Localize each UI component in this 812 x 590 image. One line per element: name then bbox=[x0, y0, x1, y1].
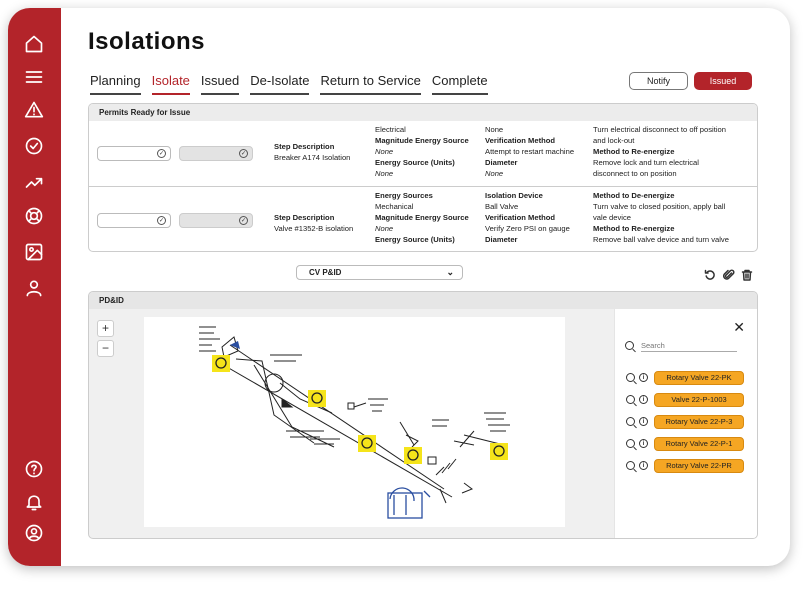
tab-issued[interactable]: Issued bbox=[200, 73, 240, 95]
valve-badge[interactable]: Rotary Valve 22-P-1 bbox=[654, 437, 744, 451]
search-icon[interactable] bbox=[626, 417, 635, 426]
energy-source-column: Energy Sources Mechanical Magnitude Ener… bbox=[375, 191, 469, 244]
bell-icon[interactable] bbox=[21, 489, 47, 515]
valve-badge[interactable]: Rotary Valve 22-PR bbox=[654, 459, 744, 473]
verification-column: None Verification Method Attempt to rest… bbox=[485, 125, 575, 178]
permit-row: ✓ ✓ Step Description Breaker A174 Isolat… bbox=[89, 121, 757, 185]
step-description: Step Description Breaker A174 Isolation bbox=[274, 142, 351, 162]
valve-list-item: i Rotary Valve 22-PK bbox=[625, 371, 755, 387]
method-column: Method to De-energize Turn valve to clos… bbox=[593, 191, 729, 244]
method-column: Turn electrical disconnect to off positi… bbox=[593, 125, 726, 178]
valve-list-item: i Rotary Valve 22-PR bbox=[625, 459, 755, 475]
permit-row: ✓ ✓ Step Description Valve #1352-B isola… bbox=[89, 186, 757, 250]
paperclip-icon[interactable] bbox=[722, 268, 735, 280]
pid-diagram-canvas[interactable] bbox=[144, 317, 565, 527]
app-window: Isolations Planning Isolate Issued De-Is… bbox=[8, 8, 790, 566]
warning-icon[interactable] bbox=[21, 97, 47, 123]
permit-input[interactable]: ✓ bbox=[97, 213, 171, 228]
valve-sidebar: ✕ i Rotary Valve 22-PK i Valve 22-P-1003… bbox=[614, 309, 757, 538]
tab-bar: Planning Isolate Issued De-Isolate Retur… bbox=[90, 73, 499, 95]
search-icon[interactable] bbox=[626, 461, 635, 470]
valve-badge[interactable]: Valve 22-P-1003 bbox=[654, 393, 744, 407]
tab-planning[interactable]: Planning bbox=[90, 73, 141, 95]
valve-list-item: i Rotary Valve 22-P-1 bbox=[625, 437, 755, 453]
check-circle-icon: ✓ bbox=[239, 149, 248, 158]
trash-icon[interactable] bbox=[741, 268, 753, 281]
menu-icon[interactable] bbox=[21, 64, 47, 90]
diagram-select-value: CV P&ID bbox=[309, 268, 342, 277]
step-description: Step Description Valve #1352-B isolation bbox=[274, 213, 354, 233]
lifebuoy-icon[interactable] bbox=[21, 203, 47, 229]
tab-complete[interactable]: Complete bbox=[431, 73, 488, 95]
permits-panel: Permits Ready for Issue ✓ ✓ Step Descrip… bbox=[88, 103, 758, 252]
info-icon[interactable]: i bbox=[639, 417, 648, 426]
home-icon[interactable] bbox=[21, 31, 47, 57]
tab-isolate[interactable]: Isolate bbox=[151, 73, 190, 95]
valve-list-item: i Rotary Valve 22-P-3 bbox=[625, 415, 755, 431]
search-icon[interactable] bbox=[626, 373, 635, 382]
verification-column: Isolation Device Ball Valve Verification… bbox=[485, 191, 570, 244]
search-input[interactable] bbox=[641, 339, 737, 352]
undo-icon[interactable] bbox=[704, 268, 716, 280]
check-circle-icon: ✓ bbox=[157, 216, 166, 225]
check-circle-icon: ✓ bbox=[157, 149, 166, 158]
trending-icon[interactable] bbox=[21, 169, 47, 195]
page-title: Isolations bbox=[88, 28, 206, 55]
permit-input-disabled: ✓ bbox=[179, 146, 253, 161]
valve-badge[interactable]: Rotary Valve 22-P-3 bbox=[654, 415, 744, 429]
user-icon[interactable] bbox=[21, 275, 47, 301]
pid-diagram bbox=[199, 326, 510, 519]
notify-button[interactable]: Notify bbox=[629, 72, 688, 90]
energy-source-column: Electrical Magnitude Energy Source None … bbox=[375, 125, 469, 178]
help-icon[interactable] bbox=[21, 456, 47, 482]
permit-input-disabled: ✓ bbox=[179, 213, 253, 228]
info-icon[interactable]: i bbox=[639, 395, 648, 404]
zoom-in-button[interactable]: + bbox=[97, 320, 114, 337]
sidebar bbox=[8, 8, 61, 566]
info-icon[interactable]: i bbox=[639, 461, 648, 470]
account-icon[interactable] bbox=[21, 520, 47, 546]
chevron-down-icon: ⌄ bbox=[446, 267, 454, 277]
valve-list-item: i Valve 22-P-1003 bbox=[625, 393, 755, 409]
search-icon bbox=[625, 341, 634, 350]
check-circle-icon[interactable] bbox=[21, 133, 47, 159]
info-icon[interactable]: i bbox=[639, 439, 648, 448]
pid-panel-title: PD&ID bbox=[89, 292, 757, 309]
valve-search bbox=[625, 339, 737, 353]
issued-button[interactable]: Issued bbox=[694, 72, 752, 90]
permit-input[interactable]: ✓ bbox=[97, 146, 171, 161]
search-icon[interactable] bbox=[626, 439, 635, 448]
tab-de-isolate[interactable]: De-Isolate bbox=[250, 73, 310, 95]
pid-panel: PD&ID + − ✕ Search i Rotary Valve 22-PK … bbox=[88, 291, 758, 539]
tab-return-to-service[interactable]: Return to Service bbox=[320, 73, 421, 95]
search-icon[interactable] bbox=[626, 395, 635, 404]
check-circle-icon: ✓ bbox=[239, 216, 248, 225]
zoom-out-button[interactable]: − bbox=[97, 340, 114, 357]
permits-panel-title: Permits Ready for Issue bbox=[89, 104, 757, 121]
info-icon[interactable]: i bbox=[639, 373, 648, 382]
close-icon[interactable]: ✕ bbox=[733, 319, 745, 336]
image-icon[interactable] bbox=[21, 239, 47, 265]
diagram-select[interactable]: CV P&ID ⌄ bbox=[296, 265, 463, 280]
valve-badge[interactable]: Rotary Valve 22-PK bbox=[654, 371, 744, 385]
